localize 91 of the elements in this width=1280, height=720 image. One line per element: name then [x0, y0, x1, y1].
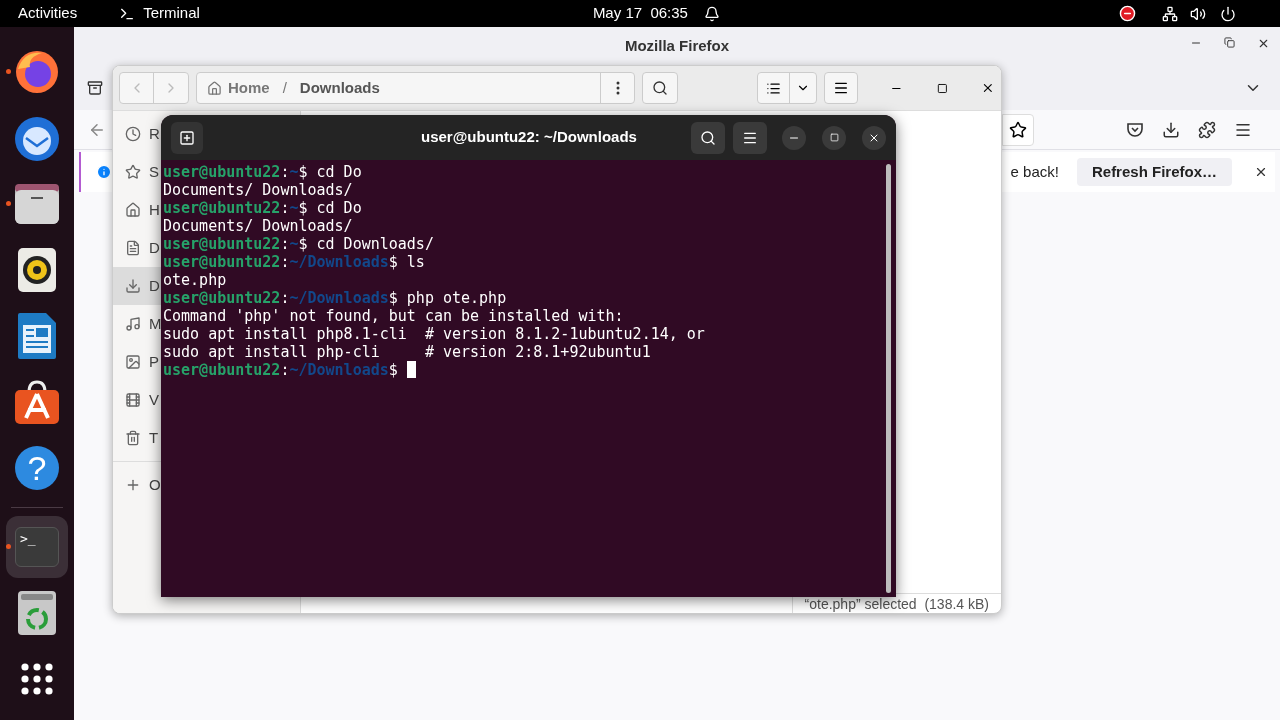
plus-box-icon [179, 129, 195, 146]
download-icon [125, 278, 141, 294]
running-indicator [6, 201, 11, 206]
menu-icon [832, 80, 849, 96]
search-button[interactable] [691, 121, 725, 154]
clock[interactable]: May 17 06:35 [592, 2, 688, 25]
power-icon [1219, 5, 1236, 22]
recycle-bin-icon [18, 591, 56, 635]
bookmark-star-icon[interactable] [1009, 120, 1027, 139]
path-separator: / [282, 77, 287, 98]
close-icon[interactable] [981, 81, 995, 95]
dock-item[interactable]: >_ [6, 516, 68, 578]
sidebar-item[interactable]: M [113, 305, 161, 343]
menu-button[interactable] [823, 72, 858, 104]
notification-bell-icon [703, 5, 720, 22]
terminal-icon: >_ [15, 527, 59, 567]
plus-icon [125, 477, 141, 493]
terminal-line: user@ubuntu22:~/Downloads$ ls [163, 253, 426, 271]
close-icon[interactable] [1257, 37, 1270, 50]
square-icon [829, 133, 839, 142]
path-segment[interactable]: Home [228, 76, 270, 100]
path-segment[interactable]: Downloads [299, 76, 380, 100]
fox-logo-icon [14, 49, 60, 95]
trash-icon [125, 430, 141, 446]
volume-icon [1189, 5, 1206, 22]
do-not-disturb-icon [1118, 5, 1136, 22]
refresh-button[interactable]: Refresh Firefox… [1076, 158, 1232, 186]
new-tab-button[interactable] [171, 121, 203, 154]
dock-item[interactable]: ? [6, 437, 68, 499]
folder-icon [14, 183, 60, 225]
pocket-icon[interactable] [1126, 120, 1144, 139]
minimize-button[interactable] [782, 125, 806, 150]
terminal-line: ote.php [163, 271, 228, 289]
maximize-icon[interactable] [936, 82, 948, 94]
terminal-line: Command 'php' not found, but can be installed with: [163, 307, 625, 325]
sidebar-item[interactable]: D [113, 229, 161, 267]
terminal-line: user@ubuntu22:~/Downloads$ [163, 361, 886, 379]
sidebar-item[interactable]: S [113, 153, 161, 191]
running-indicator [6, 69, 11, 74]
terminal-line: Documents/ Downloads/ [163, 217, 354, 235]
terminal-line: user@ubuntu22:~/Downloads$ php ote.php [163, 289, 508, 307]
home-icon [207, 80, 222, 96]
mail-logo-icon [12, 114, 62, 162]
maximize-button[interactable] [822, 125, 846, 150]
close-button[interactable] [862, 125, 886, 150]
restore-icon[interactable] [1224, 37, 1235, 48]
terminal-line: user@ubuntu22:~$ cd Do [163, 163, 363, 181]
notification-text: e back! [1010, 161, 1059, 182]
running-indicator [6, 544, 11, 549]
app-grid-icon [20, 662, 54, 696]
downloads-icon[interactable] [1162, 120, 1180, 139]
sidebar-item[interactable]: H [113, 191, 161, 229]
home-icon [125, 202, 141, 218]
clock-icon [125, 126, 141, 142]
path-bar[interactable]: Home / Downloads [196, 72, 636, 104]
search-icon [652, 80, 669, 96]
window-title: Mozilla Firefox [624, 35, 730, 56]
help-icon: ? [15, 446, 59, 490]
tab-overview-icon[interactable] [87, 79, 103, 96]
sidebar-item[interactable]: T [113, 419, 161, 457]
sidebar-item[interactable]: P [113, 343, 161, 381]
activities-button[interactable]: Activities [18, 2, 78, 25]
search-icon [700, 129, 716, 146]
search-button[interactable] [642, 72, 678, 104]
close-notification-icon[interactable] [1254, 165, 1268, 179]
list-icon [765, 80, 781, 96]
app-menu[interactable]: Terminal [143, 2, 200, 25]
document-icon [18, 313, 56, 359]
terminal-line: sudo apt install php-cli # version 2:8.1+92ubuntu1 [163, 343, 652, 361]
kebab-icon [615, 81, 620, 95]
terminal-line: user@ubuntu22:~$ cd Downloads/ [163, 235, 435, 253]
address-bar[interactable] [1002, 113, 1034, 146]
document-icon [125, 240, 141, 256]
scrollbar-thumb[interactable] [886, 164, 891, 593]
star-icon [125, 164, 141, 180]
shopping-bag-icon [14, 380, 60, 424]
extensions-icon[interactable] [1198, 120, 1216, 139]
film-icon [125, 392, 141, 408]
network-icon [1161, 5, 1178, 22]
image-icon [125, 354, 141, 370]
speaker-icon [18, 248, 56, 292]
sidebar-item[interactable]: R [113, 115, 161, 153]
music-note-icon [125, 316, 141, 332]
terminal-line: sudo apt install php8.1-cli # version 8.1.2-1ubuntu2.14, or [163, 325, 706, 343]
terminal-line: Documents/ Downloads/ [163, 181, 354, 199]
terminal-line: user@ubuntu22:~$ cd Do [163, 199, 363, 217]
sidebar-item[interactable]: O [113, 466, 161, 504]
sidebar-item[interactable]: D [113, 267, 161, 305]
window-title: user@ubuntu22: ~/Downloads [421, 127, 637, 148]
sidebar-item[interactable]: V [113, 381, 161, 419]
menu-button[interactable] [733, 121, 767, 154]
